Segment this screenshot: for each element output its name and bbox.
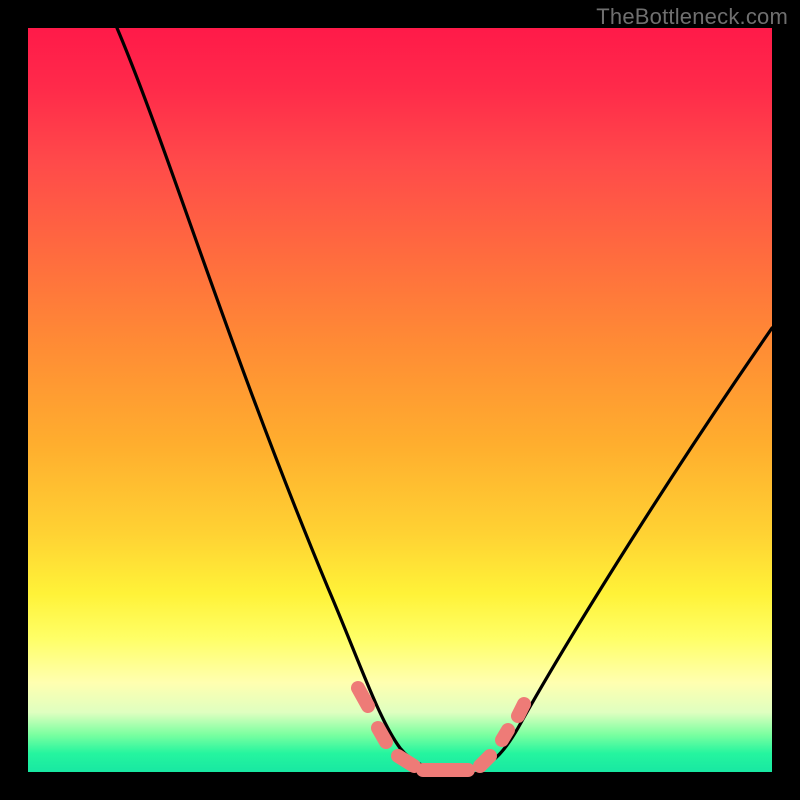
chart-svg	[28, 28, 772, 772]
highlight-band	[358, 688, 524, 770]
plot-area	[28, 28, 772, 772]
watermark-text: TheBottleneck.com	[596, 4, 788, 30]
chart-frame: TheBottleneck.com	[0, 0, 800, 800]
curve-path	[117, 28, 772, 770]
